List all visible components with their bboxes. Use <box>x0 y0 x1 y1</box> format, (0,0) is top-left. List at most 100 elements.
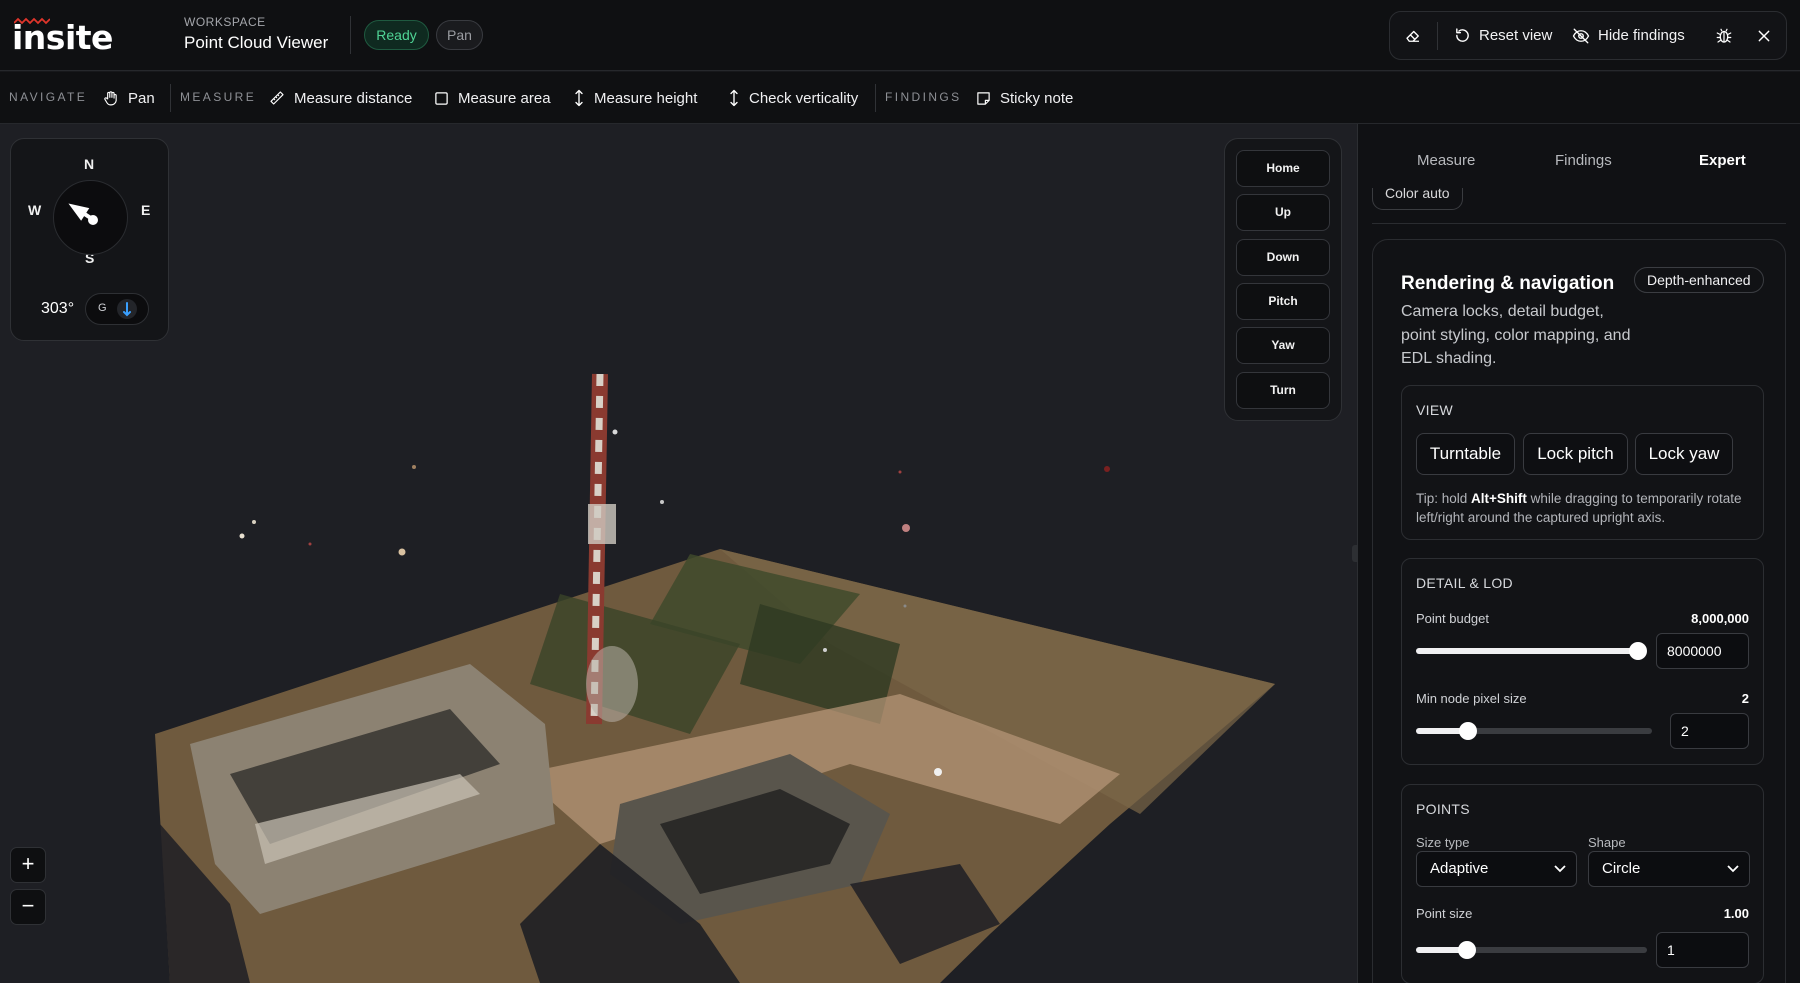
camera-controls: Home Up Down Pitch Yaw Turn <box>1224 138 1342 421</box>
compass-dial[interactable] <box>53 180 128 255</box>
compass-east: E <box>141 202 151 218</box>
point-size-label: Point size <box>1416 906 1473 921</box>
tab-expert[interactable]: Expert <box>1699 152 1746 169</box>
shape-select[interactable]: Circle <box>1588 851 1750 887</box>
camera-home-button[interactable]: Home <box>1236 150 1330 187</box>
check-verticality-button[interactable]: Check verticality <box>728 72 858 124</box>
reset-view-label: Reset view <box>1479 27 1553 44</box>
chevron-down-icon <box>1554 865 1566 873</box>
hide-findings-button[interactable]: Hide findings <box>1572 12 1685 59</box>
min-node-thumb[interactable] <box>1458 722 1477 740</box>
sticky-note-button[interactable]: Sticky note <box>976 72 1073 124</box>
points-heading: POINTS <box>1416 801 1470 817</box>
tip-keys: Alt+Shift <box>1471 491 1527 506</box>
rendering-navigation-card: Rendering & navigation Depth-enhanced Ca… <box>1372 239 1786 983</box>
point-budget-thumb[interactable] <box>1629 642 1647 660</box>
detail-heading: DETAIL & LOD <box>1416 575 1513 591</box>
min-node-input[interactable]: 2 <box>1670 713 1749 749</box>
workspace-name: Point Cloud Viewer <box>184 33 329 52</box>
tower-base <box>586 646 638 722</box>
global-north-toggle[interactable]: G <box>85 293 149 325</box>
workspace-label: WORKSPACE <box>184 15 266 29</box>
eraser-icon <box>1406 30 1419 42</box>
chevron-down-icon <box>1727 865 1739 873</box>
status-badge: Ready <box>364 20 429 50</box>
panel-divider <box>1372 223 1786 224</box>
zoom-out-button[interactable]: − <box>10 889 46 925</box>
header-actions: Reset view Hide findings <box>1389 11 1787 60</box>
camera-turn-button[interactable]: Turn <box>1236 372 1330 409</box>
vertical-arrows-icon <box>575 89 583 107</box>
noise-point <box>239 533 245 539</box>
noise-point <box>612 429 618 435</box>
ruler-icon <box>270 91 284 105</box>
noise-point <box>902 524 910 532</box>
debug-button[interactable] <box>1715 12 1733 59</box>
point-size-thumb[interactable] <box>1457 941 1476 959</box>
camera-yaw-button[interactable]: Yaw <box>1236 327 1330 364</box>
min-node-slider[interactable] <box>1416 722 1652 740</box>
insite-logo[interactable]: insite <box>12 14 116 57</box>
actions-divider <box>1437 22 1438 50</box>
tab-findings[interactable]: Findings <box>1555 152 1612 169</box>
view-section: VIEW Turntable Lock pitch Lock yaw Tip: … <box>1401 385 1764 540</box>
camera-pitch-button[interactable]: Pitch <box>1236 283 1330 320</box>
point-budget-input[interactable]: 8000000 <box>1656 633 1749 669</box>
turntable-button[interactable]: Turntable <box>1416 433 1515 475</box>
findings-section-label: FINDINGS <box>885 90 962 104</box>
reset-view-button[interactable]: Reset view <box>1454 12 1552 59</box>
mode-badge: Pan <box>436 20 483 50</box>
close-button[interactable] <box>1756 12 1772 59</box>
lock-yaw-button[interactable]: Lock yaw <box>1635 433 1733 475</box>
noise-point <box>898 470 902 474</box>
color-auto-chip[interactable]: Color auto <box>1372 188 1463 210</box>
navigate-section-label: NAVIGATE <box>9 90 88 104</box>
noise-point <box>823 648 827 652</box>
measure-height-label: Measure height <box>594 89 698 107</box>
side-panel: Measure Findings Expert Color auto Rende… <box>1358 124 1800 983</box>
point-budget-label: Point budget <box>1416 611 1490 626</box>
view-tip: Tip: hold Alt+Shift while dragging to te… <box>1416 489 1746 527</box>
pan-tool-button[interactable]: Pan <box>102 72 155 124</box>
point-budget-value: 8,000,000 <box>1691 611 1749 626</box>
tip-prefix: Tip: hold <box>1416 491 1472 506</box>
measure-height-button[interactable]: Measure height <box>573 72 697 124</box>
tab-measure[interactable]: Measure <box>1417 152 1475 169</box>
point-size-input[interactable]: 1 <box>1656 932 1749 968</box>
point-cloud-scene[interactable] <box>0 124 1357 983</box>
min-node-value: 2 <box>1741 691 1749 706</box>
point-size-value: 1.00 <box>1723 906 1749 921</box>
noise-point <box>660 500 664 504</box>
close-icon <box>1758 30 1770 41</box>
points-section: POINTS Size type Adaptive Shape Circle P… <box>1401 784 1764 983</box>
tower-antenna <box>588 504 616 544</box>
camera-up-button[interactable]: Up <box>1236 194 1330 231</box>
shape-label: Shape <box>1588 835 1626 850</box>
eraser-button[interactable] <box>1404 12 1422 59</box>
measure-distance-button[interactable]: Measure distance <box>269 72 412 124</box>
depth-enhanced-badge: Depth-enhanced <box>1634 267 1764 293</box>
toggle-knob <box>117 299 137 319</box>
noise-point <box>412 465 416 469</box>
camera-down-button[interactable]: Down <box>1236 239 1330 276</box>
bug-icon <box>1716 28 1732 43</box>
point-cloud-viewport[interactable]: N S E W 303° G Home Up Down Pitch Yaw Tu… <box>0 124 1357 983</box>
toolbar-divider <box>170 84 171 112</box>
card-title: Rendering & navigation <box>1401 273 1615 294</box>
size-type-value: Adaptive <box>1430 860 1489 877</box>
noise-point <box>252 520 256 524</box>
lock-pitch-button[interactable]: Lock pitch <box>1523 433 1628 475</box>
size-type-select[interactable]: Adaptive <box>1416 851 1577 887</box>
tool-toolbar: NAVIGATE Pan MEASURE Measure distance Me… <box>0 72 1800 124</box>
measure-section-label: MEASURE <box>180 90 257 104</box>
point-size-slider[interactable] <box>1416 941 1647 959</box>
compass-north: N <box>84 156 95 172</box>
eye-off-icon <box>1572 28 1590 43</box>
hide-findings-label: Hide findings <box>1598 27 1685 44</box>
zoom-in-button[interactable]: + <box>10 847 46 883</box>
point-budget-slider[interactable] <box>1416 642 1647 660</box>
measure-distance-label: Measure distance <box>294 89 413 107</box>
measure-area-button[interactable]: Measure area <box>434 72 551 124</box>
point-budget-fill <box>1416 648 1638 654</box>
size-type-label: Size type <box>1416 835 1470 850</box>
